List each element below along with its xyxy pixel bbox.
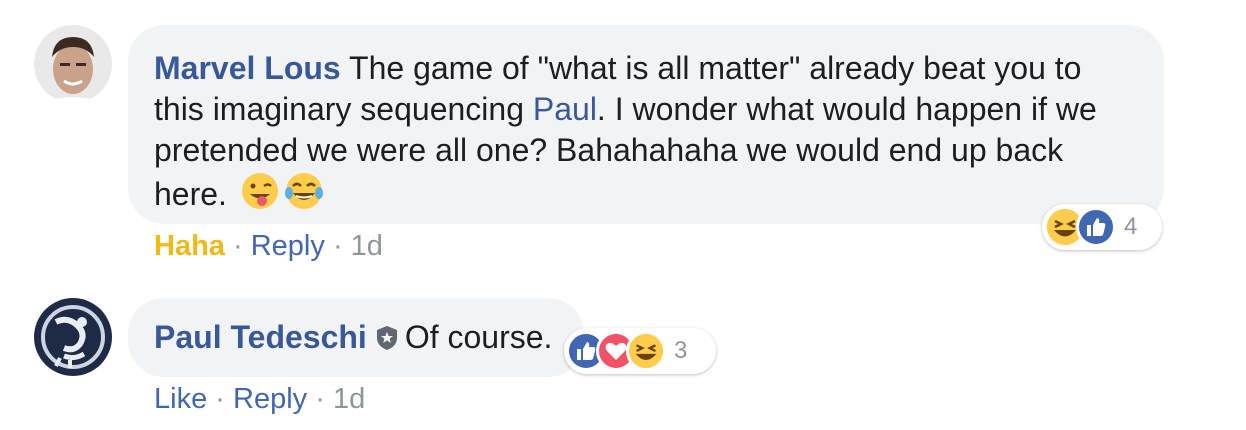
comment-bubble-2: Paul Tedeschi Of course. [128,298,584,377]
tears-of-joy-emoji [284,171,324,221]
shield-icon [375,320,399,361]
reply-link[interactable]: Reply [251,230,325,262]
separator: · [215,383,225,415]
separator: · [315,383,325,415]
comment-actions-1: Haha · Reply · 1d [154,230,383,263]
comment-author-name[interactable]: Paul Tedeschi [154,319,367,355]
winking-tongue-emoji [240,171,280,221]
comment-actions-2: Like · Reply · 1d [154,383,365,416]
reply-link[interactable]: Reply [233,383,307,415]
comment-timestamp[interactable]: 1d [333,383,365,415]
haha-reaction-link[interactable]: Haha [154,230,225,262]
avatar-marvel-lous[interactable] [34,25,112,103]
comment-author-name[interactable]: Marvel Lous [154,50,341,86]
comment-bubble-1: Marvel Lous The game of "what is all mat… [128,25,1164,224]
separator: · [332,230,343,262]
like-icon [1076,207,1116,247]
haha-icon [626,331,666,371]
reaction-summary-2[interactable]: 3 [564,328,716,374]
comment-timestamp[interactable]: 1d [351,230,383,262]
comment-text: Of course. [404,319,553,355]
reaction-count: 4 [1124,213,1138,240]
mention-link[interactable]: Paul [533,91,597,127]
separator: · [232,230,243,262]
reaction-summary-1[interactable]: 4 [1042,204,1162,250]
like-link[interactable]: Like [154,383,207,415]
reaction-count: 3 [674,337,688,364]
avatar-paul-tedeschi[interactable] [34,298,112,376]
